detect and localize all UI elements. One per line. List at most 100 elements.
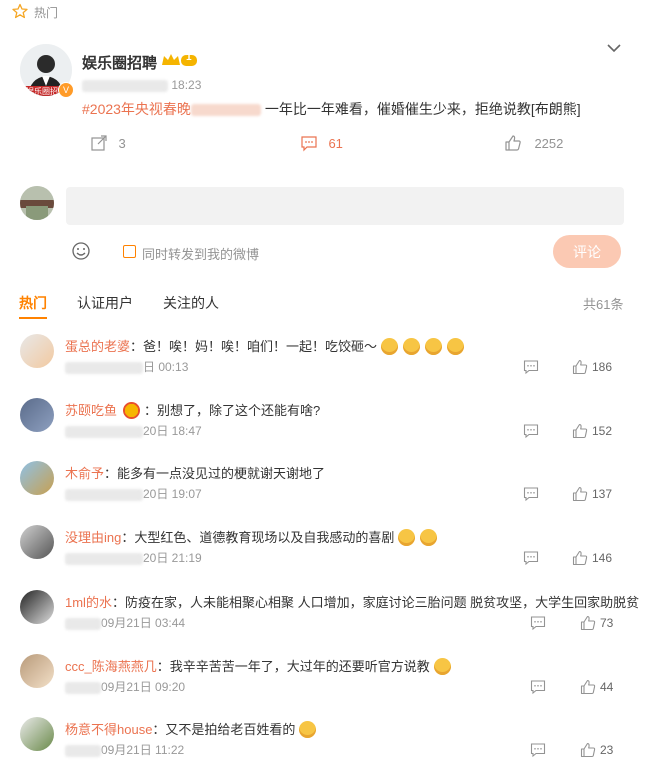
comment-time-text: 09月21日 11:22: [101, 743, 185, 757]
hot-section-header: 热门: [0, 0, 652, 22]
emoji-sticker-icon: [433, 658, 451, 675]
emoji-sticker-icon: [398, 529, 416, 546]
emoji-sticker-icon: [381, 338, 399, 355]
comment-timestamp: 09月21日 03:44: [65, 614, 185, 631]
thumbs-up-icon[interactable]: [572, 550, 588, 566]
post-text: 一年比一年难看，催婚催生少来，拒绝说教[布朗熊]: [264, 101, 581, 117]
redacted-date: [65, 744, 101, 757]
commenter-avatar[interactable]: [20, 398, 54, 432]
star-icon: [12, 3, 28, 19]
comment-timestamp: 20日 18:47: [65, 422, 202, 439]
comment-line: 1ml的水：防疫在家，人未能相聚心相聚 人口增加，家庭讨论三胎问题 脱贫攻坚，大…: [65, 592, 639, 611]
comment-time-text: 09月21日 09:20: [101, 680, 186, 694]
reply-icon[interactable]: [523, 550, 539, 566]
redacted-hashtag: [190, 104, 261, 117]
redacted-date: [65, 681, 101, 694]
comment-time-text: 20日 18:47: [143, 424, 202, 438]
comment-line: 杨意不得house：又不是拍给老百姓看的: [65, 719, 318, 738]
like-count: 2252: [534, 136, 564, 151]
member-crown-icon: [162, 54, 197, 66]
hashtag-link[interactable]: #2023年央视春晚: [82, 101, 191, 117]
author-name[interactable]: 娱乐圈招聘: [82, 52, 157, 73]
thumbs-up-icon[interactable]: [572, 359, 588, 375]
emoji-sticker-icon: [420, 529, 438, 546]
comment-text: ：大型红色、道德教育现场以及自我感动的喜剧: [121, 530, 395, 545]
submit-comment-button[interactable]: 评论: [553, 235, 621, 268]
like-button[interactable]: 2252: [504, 134, 563, 153]
redacted-date: [65, 552, 143, 565]
verified-badge-icon: V: [58, 82, 74, 98]
redacted-date: [82, 79, 168, 92]
comment-text: ：防疫在家，人未能相聚心相聚 人口增加，家庭讨论三胎问题 脱贫攻坚，大学生回家助…: [111, 595, 640, 610]
thumbs-up-icon[interactable]: [572, 423, 588, 439]
redacted-date: [65, 425, 143, 438]
hot-label: 热门: [34, 6, 59, 20]
comment-line: ccc_陈海燕燕几：我辛辛苦苦一年了，大过年的还要听官方说教: [65, 656, 453, 675]
comment-line: 苏颐吃鱼 ：别想了，除了这个还能有啥?: [65, 400, 320, 419]
commenter-name[interactable]: 杨意不得house: [65, 722, 152, 737]
commenter-name[interactable]: 蛋总的老婆: [65, 339, 130, 354]
emoji-icon[interactable]: [71, 241, 91, 261]
commenter-avatar[interactable]: [20, 461, 54, 495]
comment-time-text: 20日 19:07: [143, 487, 202, 501]
commenter-avatar[interactable]: [20, 717, 54, 751]
commenter-name[interactable]: ccc_陈海燕燕几: [65, 659, 157, 674]
thumbs-up-icon[interactable]: [572, 486, 588, 502]
commenter-name[interactable]: 木俞予: [65, 466, 104, 481]
redacted-date: [65, 361, 143, 374]
comment-timestamp: 09月21日 09:20: [65, 678, 185, 695]
tab-verified-users[interactable]: 认证用户: [77, 293, 133, 313]
comment-button[interactable]: 61: [300, 134, 343, 153]
comment-time-text: 09月21日 03:44: [101, 616, 186, 630]
commenter-name[interactable]: 没理由ing: [65, 530, 121, 545]
repost-button[interactable]: 3: [90, 134, 126, 153]
thumbs-up-icon[interactable]: [580, 615, 596, 631]
emoji-sticker-icon: [299, 721, 317, 738]
comment-icon: [301, 136, 317, 152]
commenter-avatar[interactable]: [20, 590, 54, 624]
reply-icon[interactable]: [523, 423, 539, 439]
comment-line: 蛋总的老婆：爸！唉！妈！唉！咱们！一起！吃饺砸～: [65, 336, 466, 355]
commenter-avatar[interactable]: [20, 334, 54, 368]
reply-icon[interactable]: [530, 742, 546, 758]
emoji-sticker-icon: [425, 338, 443, 355]
commenter-name[interactable]: 1ml的水: [65, 595, 112, 610]
fan-badge-icon: [123, 402, 141, 419]
comment-text: ：别想了，除了这个还能有啥?: [144, 403, 321, 418]
tab-following[interactable]: 关注的人: [163, 293, 219, 313]
thumbs-up-icon[interactable]: [580, 679, 596, 695]
comment-text: ：又不是拍给老百姓看的: [152, 722, 296, 737]
comment-timestamp: 日 00:13: [65, 358, 188, 375]
comment-text: ：爸！唉！妈！唉！咱们！一起！吃饺砸～: [130, 339, 378, 354]
redacted-date: [65, 617, 101, 630]
comment-like-count: 44: [600, 680, 614, 694]
comment-timestamp: 09月21日 11:22: [65, 741, 184, 758]
comment-count: 61: [328, 136, 343, 151]
comment-total: 共61条: [583, 297, 624, 312]
comment-like-count: 137: [592, 487, 613, 501]
comment-text: ：我辛辛苦苦一年了，大过年的还要听官方说教: [156, 659, 430, 674]
thumbs-up-icon[interactable]: [580, 742, 596, 758]
chevron-down-icon[interactable]: [606, 40, 622, 56]
redacted-date: [65, 488, 143, 501]
reply-icon[interactable]: [523, 359, 539, 375]
comment-like-count: 23: [600, 743, 614, 757]
reply-icon[interactable]: [530, 679, 546, 695]
post-timestamp: 18:23: [82, 78, 201, 92]
tab-hot[interactable]: 热门: [19, 293, 47, 313]
repost-icon: [91, 135, 107, 151]
commenter-name[interactable]: 苏颐吃鱼: [65, 403, 117, 418]
reply-icon[interactable]: [523, 486, 539, 502]
comment-time-text: 20日 21:19: [143, 551, 202, 565]
reply-icon[interactable]: [530, 615, 546, 631]
repost-checkbox[interactable]: [123, 245, 136, 258]
commenter-avatar[interactable]: [20, 654, 54, 688]
comment-timestamp: 20日 19:07: [65, 485, 202, 502]
comment-line: 木俞予：能多有一点没见过的梗就谢天谢地了: [65, 463, 325, 482]
commenter-avatar[interactable]: [20, 525, 54, 559]
avatar-caption: 娱乐圈招: [26, 87, 58, 96]
comment-time-text: 日 00:13: [143, 360, 189, 374]
comment-line: 没理由ing：大型红色、道德教育现场以及自我感动的喜剧: [65, 527, 439, 546]
comment-input[interactable]: [66, 187, 624, 225]
comment-like-count: 186: [592, 360, 613, 374]
